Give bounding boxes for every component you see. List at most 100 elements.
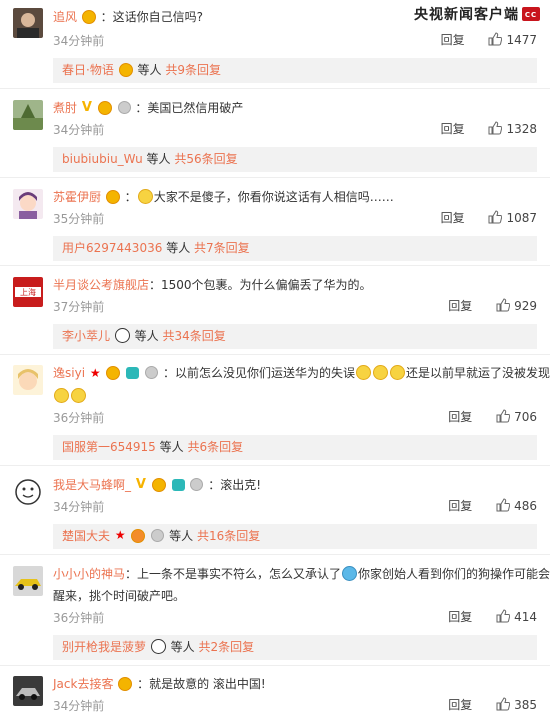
- cat-emoji-icon: [54, 387, 69, 403]
- reply-button[interactable]: 回复: [448, 410, 472, 424]
- comment-time: 34分钟前: [53, 500, 105, 514]
- svg-text:上海: 上海: [20, 287, 36, 297]
- avatar[interactable]: [13, 477, 43, 507]
- sub-reply-user[interactable]: 国服第一654915: [62, 440, 156, 454]
- member-crown-icon: [97, 100, 112, 115]
- reply-button[interactable]: 回复: [441, 211, 465, 225]
- comment-content: ：滚出克!: [208, 478, 262, 492]
- reply-button[interactable]: 回复: [441, 33, 465, 47]
- medal-icon: [117, 101, 131, 114]
- comment-content: ：以前怎么没见你们运送华为的失误: [162, 366, 355, 380]
- sub-reply-user[interactable]: 用户6297443036: [62, 241, 162, 255]
- comment-actions: 回复 929: [448, 297, 537, 314]
- member-crown-icon: [118, 676, 133, 691]
- like-button[interactable]: 1477: [488, 31, 537, 47]
- sub-reply-bar[interactable]: 春日·物语 等人 共9条回复: [53, 58, 537, 83]
- avatar[interactable]: [13, 189, 43, 219]
- sub-reply-bar[interactable]: 楚国大夫 ★ 等人 共16条回复: [53, 524, 537, 549]
- comment-content: ：美国已然信用破产: [135, 101, 244, 115]
- sub-reply-bar[interactable]: 别开枪我是菠萝 等人 共2条回复: [53, 635, 537, 660]
- like-button[interactable]: 385: [496, 696, 537, 712]
- comment-username[interactable]: 追风: [53, 10, 77, 24]
- cat-emoji-icon: [355, 365, 371, 380]
- avatar[interactable]: [13, 365, 43, 395]
- avatar[interactable]: [13, 100, 43, 130]
- comment-username[interactable]: 苏霍伊厨: [53, 190, 101, 204]
- sub-reply-count[interactable]: 共7条回复: [194, 241, 250, 255]
- comment-actions: 回复 1087: [441, 209, 537, 226]
- comment-time: 34分钟前: [53, 34, 105, 48]
- avatar[interactable]: [13, 676, 43, 706]
- others-label: 等人: [170, 640, 195, 654]
- comment-actions: 回复 486: [448, 497, 537, 514]
- comment-item: Jack去接客 ：就是故意的 滚出中国! 34分钟前 回复 385: [0, 666, 550, 721]
- sub-reply-count[interactable]: 共6条回复: [187, 440, 243, 454]
- like-count: 1087: [506, 211, 537, 225]
- sub-reply-count[interactable]: 共9条回复: [165, 63, 221, 77]
- camera-icon: [171, 478, 185, 491]
- sub-reply-bar[interactable]: 李小萃儿 等人 共34条回复: [53, 324, 537, 349]
- like-button[interactable]: 414: [496, 608, 537, 624]
- sub-reply-count[interactable]: 共56条回复: [174, 152, 237, 166]
- comment-username[interactable]: 逸siyi: [53, 366, 85, 380]
- comment-time: 37分钟前: [53, 300, 105, 314]
- reply-button[interactable]: 回复: [448, 499, 472, 513]
- comment-item: 我是大马蜂啊_ V ：滚出克! 34分钟前 回复 486 楚国大夫 ★ 等人 共…: [0, 466, 550, 555]
- thumbs-up-icon: [496, 608, 511, 623]
- mask-emoji-icon: [342, 566, 358, 581]
- comment-content-cont: 你家创始人看到你们的狗操作可能会气: [358, 567, 550, 581]
- sub-reply-count[interactable]: 共2条回复: [199, 640, 255, 654]
- comment-time: 35分钟前: [53, 212, 105, 226]
- cat-emoji-icon: [372, 365, 388, 380]
- sub-reply-user[interactable]: 春日·物语: [62, 63, 114, 77]
- comment-item: 小小小的神马：上一条不是事实不符么，怎么又承认了 你家创始人看到你们的狗操作可能会…: [0, 555, 550, 666]
- avatar[interactable]: [13, 8, 43, 38]
- thumbs-up-icon: [488, 209, 503, 224]
- like-button[interactable]: 1328: [488, 120, 537, 136]
- like-button[interactable]: 486: [496, 497, 537, 513]
- reply-button[interactable]: 回复: [448, 610, 472, 624]
- medal-icon: [151, 529, 165, 542]
- watermark-text: 央视新闻客户端: [414, 7, 519, 23]
- reply-button[interactable]: 回复: [448, 299, 472, 313]
- like-button[interactable]: 1087: [488, 209, 537, 225]
- others-label: 等人: [134, 329, 159, 343]
- reply-button[interactable]: 回复: [448, 698, 472, 712]
- comment-content: ：这话你自己信吗?: [100, 10, 204, 24]
- comment-username[interactable]: 小小小的神马: [53, 567, 125, 581]
- sub-reply-bar[interactable]: biubiubiu_Wu 等人 共56条回复: [53, 147, 537, 172]
- others-label: 等人: [146, 152, 171, 166]
- reply-button[interactable]: 回复: [441, 122, 465, 136]
- comment-time: 36分钟前: [53, 611, 105, 625]
- sub-reply-user[interactable]: biubiubiu_Wu: [62, 152, 143, 166]
- avatar[interactable]: 上海: [13, 277, 43, 307]
- comment-item: 上海 半月谈公考旗舰店：1500个包裹。为什么偏偏丢了华为的。 37分钟前 回复…: [0, 266, 550, 355]
- avatar[interactable]: [13, 566, 43, 596]
- comment-actions: 回复 1328: [441, 120, 537, 137]
- like-button[interactable]: 929: [496, 297, 537, 313]
- comment-content: ：1500个包裹。为什么偏偏丢了华为的。: [149, 278, 372, 292]
- comment-username[interactable]: Jack去接客: [53, 677, 113, 691]
- comment-username[interactable]: 我是大马蜂啊_: [53, 478, 131, 492]
- thumbs-up-icon: [496, 408, 511, 423]
- sub-reply-user[interactable]: 别开枪我是菠萝: [62, 640, 146, 654]
- sub-reply-count[interactable]: 共16条回复: [197, 529, 260, 543]
- comment-username[interactable]: 煮肘: [53, 101, 77, 115]
- member-crown-icon: [106, 365, 121, 380]
- sub-reply-user[interactable]: 李小萃儿: [62, 329, 110, 343]
- comment-actions: 回复 706: [448, 408, 537, 425]
- comment-username[interactable]: 半月谈公考旗舰店: [53, 278, 149, 292]
- thumbs-up-icon: [496, 297, 511, 312]
- flag-badge-icon: [131, 528, 146, 543]
- thumbs-up-icon: [488, 31, 503, 46]
- sub-reply-bar[interactable]: 国服第一654915 等人 共6条回复: [53, 435, 537, 460]
- others-label: 等人: [166, 241, 191, 255]
- like-count: 706: [514, 410, 537, 424]
- comment-time: 34分钟前: [53, 699, 105, 713]
- sub-reply-count[interactable]: 共34条回复: [163, 329, 226, 343]
- svg-text:CC: CC: [525, 11, 537, 19]
- sub-reply-user[interactable]: 楚国大夫: [62, 529, 110, 543]
- like-button[interactable]: 706: [496, 408, 537, 424]
- medal-icon: [145, 366, 159, 379]
- sub-reply-bar[interactable]: 用户6297443036 等人 共7条回复: [53, 236, 537, 261]
